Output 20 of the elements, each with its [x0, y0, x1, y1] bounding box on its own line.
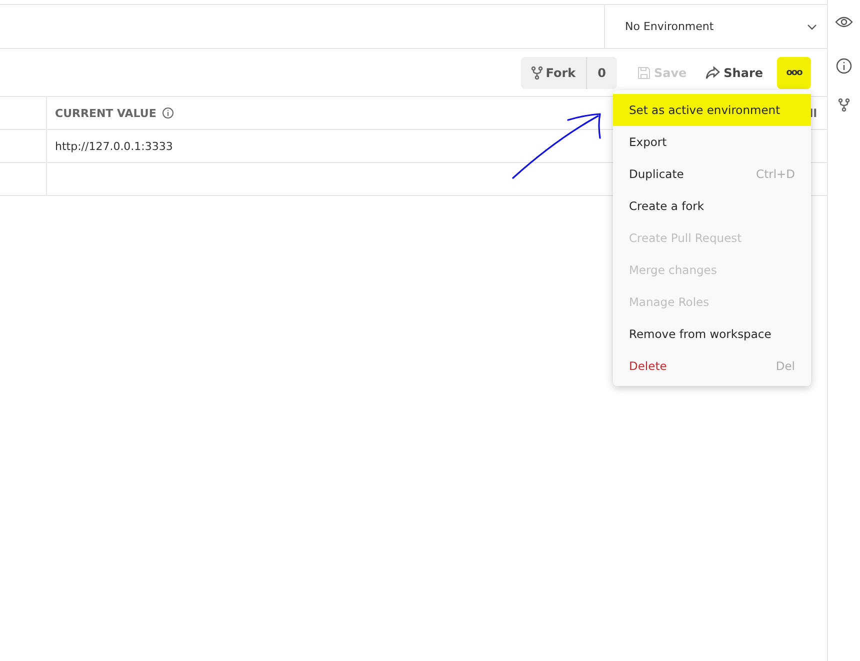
fork-icon[interactable]	[838, 98, 850, 112]
table-cell: http://127.0.0.1:3333	[55, 140, 173, 152]
environment-dropdown[interactable]: No Environment	[604, 5, 827, 48]
more-options-button[interactable]: ooo	[777, 56, 811, 88]
share-button[interactable]: Share	[700, 66, 767, 80]
share-arrow-icon	[704, 66, 721, 80]
fork-icon	[530, 66, 543, 80]
column-header: CURRENT VALUE	[55, 106, 174, 120]
info-icon[interactable]	[836, 58, 852, 74]
chevron-down-icon	[807, 24, 817, 30]
info-icon	[162, 107, 174, 119]
menu-item[interactable]: Delete Del	[613, 350, 811, 382]
menu-item[interactable]: Export	[613, 126, 811, 158]
menu-item[interactable]: Create a fork	[613, 190, 811, 222]
fork-button[interactable]: Fork	[520, 56, 587, 88]
menu-item[interactable]: Remove from workspace	[613, 318, 811, 350]
menu-item[interactable]: Duplicate Ctrl+D	[613, 158, 811, 190]
fork-count: 0	[596, 64, 607, 82]
eye-icon[interactable]	[835, 16, 853, 28]
menu-item[interactable]: Set as active environment	[613, 94, 811, 126]
